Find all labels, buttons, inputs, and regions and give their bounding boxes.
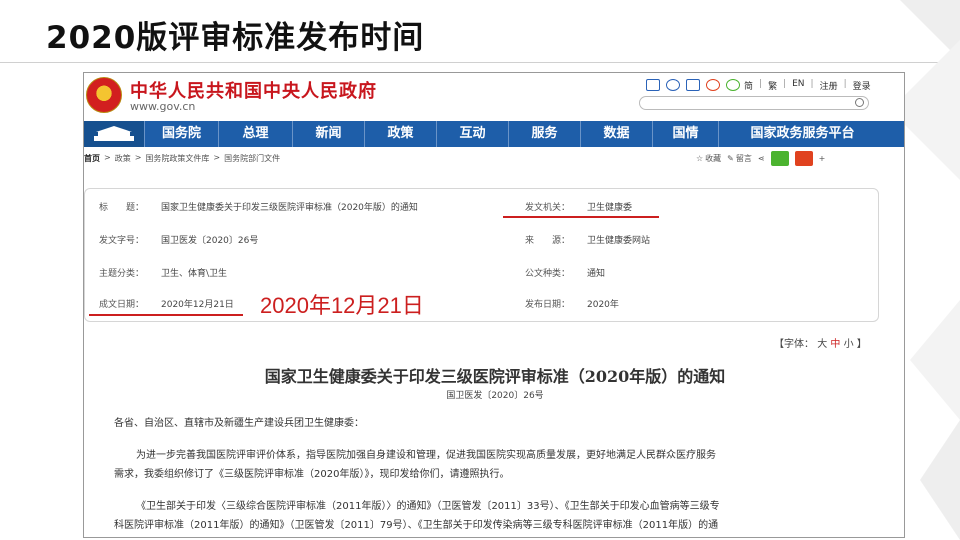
nav-item-data[interactable]: 数据	[580, 121, 652, 147]
weibo-share-icon[interactable]	[794, 151, 813, 166]
font-large-button[interactable]: 大	[817, 339, 827, 350]
nav-item-national-info[interactable]: 国情	[652, 121, 718, 147]
weibo-icon[interactable]	[706, 79, 720, 91]
link-login[interactable]: 登录	[853, 79, 871, 92]
meta-type-value: 通知	[587, 269, 606, 279]
link-register[interactable]: 注册	[820, 79, 838, 92]
top-icon-bar	[646, 79, 740, 91]
font-size-control: 【字体： 大 中 小 】	[774, 339, 867, 350]
nav-item-news[interactable]: 新闻	[292, 121, 364, 147]
search-input[interactable]	[639, 96, 869, 110]
nav-home[interactable]	[84, 121, 144, 147]
breadcrumb-dept-files[interactable]: 国务院部门文件	[224, 153, 280, 164]
nav-item-policy[interactable]: 政策	[364, 121, 436, 147]
meta-title-label: 标 题：	[99, 203, 145, 213]
paragraph-1-line-1: 为进一步完善我国医院评审评价体系，指导医院加强自身建设和管理，促进我国医院实现高…	[136, 450, 716, 461]
nav-item-premier[interactable]: 总理	[218, 121, 292, 147]
date-red-underline	[89, 314, 243, 316]
font-medium-button[interactable]: 中	[830, 339, 840, 350]
meta-date-label: 成文日期：	[99, 300, 145, 310]
salutation: 各省、自治区、直辖市及新疆生产建设兵团卫生健康委：	[114, 418, 364, 429]
main-nav: 国务院 总理 新闻 政策 互动 服务 数据 国情 国家政务服务平台	[84, 121, 904, 147]
document-title: 国家卫生健康委关于印发三级医院评审标准（2020年版）的通知	[264, 367, 726, 386]
breadcrumb: 首页 > 政策 > 国务院政策文件库 > 国务院部门文件	[84, 153, 281, 164]
meta-pub-label: 发布日期：	[525, 300, 571, 310]
font-small-button[interactable]: 小	[844, 339, 854, 350]
nav-item-service-platform[interactable]: 国家政务服务平台	[718, 121, 886, 147]
site-header: 中华人民共和国中央人民政府 www.gov.cn 简 | 繁 | EN | 注册 | 登…	[84, 73, 904, 121]
meta-type-label: 公文种类：	[525, 269, 571, 279]
plus-icon[interactable]: +	[819, 154, 826, 163]
message-icon[interactable]	[666, 79, 680, 91]
share-icon[interactable]: ⋖	[758, 154, 765, 163]
meta-topic-value: 卫生、体育\卫生	[161, 269, 228, 279]
breadcrumb-home[interactable]: 首页	[84, 153, 100, 164]
paragraph-1-line-2: 需求，我委组织修订了《三级医院评审标准（2020年版）》，现印发给你们，请遵照执…	[114, 469, 510, 480]
link-traditional[interactable]: 繁	[768, 79, 777, 92]
tiananmen-icon	[94, 126, 134, 141]
favorite-button[interactable]: ☆ 收藏	[696, 153, 721, 164]
meta-topic-label: 主题分类：	[99, 269, 145, 279]
pencil-icon: ✎	[727, 154, 734, 163]
mail-icon[interactable]	[646, 79, 660, 91]
meta-issuer-label: 发文机关：	[525, 203, 571, 213]
slide-title: 2020版评审标准发布时间	[46, 20, 425, 56]
paragraph-2-line-1: 《卫生部关于印发〈三级综合医院评审标准（2011年版）〉的通知》（卫医管发〔20…	[136, 501, 720, 512]
comment-button[interactable]: ✎ 留言	[727, 153, 752, 164]
top-links: 简 | 繁 | EN | 注册 | 登录	[744, 79, 871, 92]
search-icon[interactable]	[855, 98, 864, 107]
breadcrumb-policy[interactable]: 政策	[115, 153, 131, 164]
document-number: 国卫医发〔2020〕26号	[446, 391, 544, 401]
meta-doc-no-label: 发文字号：	[99, 236, 145, 246]
link-simplified[interactable]: 简	[744, 79, 753, 92]
meta-date-value: 2020年12月21日	[161, 300, 234, 310]
document-metadata: 标 题： 国家卫生健康委关于印发三级医院评审标准（2020年版）的通知 发文机关…	[84, 188, 879, 322]
breadcrumb-library[interactable]: 国务院政策文件库	[145, 153, 209, 164]
meta-source-label: 来 源：	[525, 236, 571, 246]
nav-item-service[interactable]: 服务	[508, 121, 580, 147]
nav-item-state-council[interactable]: 国务院	[144, 121, 218, 147]
meta-doc-no-value: 国卫医发〔2020〕26号	[161, 236, 259, 246]
meta-title-value: 国家卫生健康委关于印发三级医院评审标准（2020年版）的通知	[161, 203, 418, 213]
website-screenshot: 中华人民共和国中央人民政府 www.gov.cn 简 | 繁 | EN | 注册 | 登…	[83, 72, 905, 538]
wechat-icon[interactable]	[726, 79, 740, 91]
date-annotation: 2020年12月21日	[260, 293, 424, 318]
wechat-share-icon[interactable]	[770, 151, 789, 166]
paragraph-2-line-2: 科医院评审标准（2011年版）的通知》（卫医管发〔2011〕79号）、《卫生部关…	[114, 520, 719, 531]
link-english[interactable]: EN	[792, 79, 804, 92]
meta-source-value: 卫生健康委网站	[587, 236, 651, 246]
slide-divider	[0, 62, 960, 63]
mobile-icon[interactable]	[686, 79, 700, 91]
star-icon: ☆	[696, 154, 704, 163]
nav-item-interaction[interactable]: 互动	[436, 121, 508, 147]
meta-pub-value: 2020年	[587, 300, 619, 310]
page-tools: ☆ 收藏 ✎ 留言 ⋖ +	[696, 151, 825, 166]
site-domain: www.gov.cn	[130, 100, 196, 113]
national-emblem-icon	[86, 77, 122, 113]
meta-issuer-value: 卫生健康委	[587, 203, 633, 213]
issuer-red-underline	[503, 216, 659, 218]
